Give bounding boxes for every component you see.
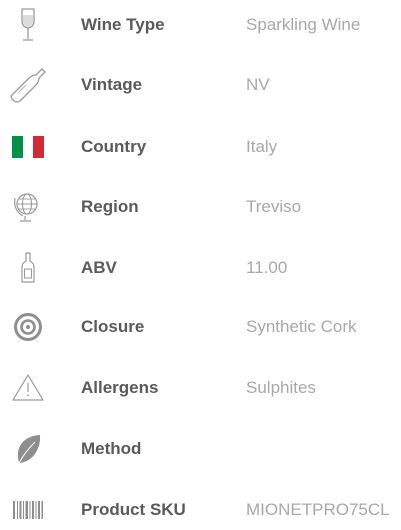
spec-label: Allergens [81,378,159,397]
spec-row-vintage: Vintage NV [0,65,401,105]
spec-row-allergens: Allergens Sulphites [0,368,401,408]
spec-value: Synthetic Cork [246,317,357,336]
spec-row-region: Region Treviso [0,187,401,227]
spec-value: Sulphites [246,378,316,397]
leaf-icon [8,429,48,469]
spec-label: Method [81,439,142,458]
spec-label: Wine Type [81,15,165,34]
warning-triangle-icon [8,368,48,408]
small-bottle-icon [8,248,48,288]
spec-row-method: Method [0,429,401,469]
globe-icon [8,187,48,227]
spec-row-country: Country Italy [0,127,401,167]
product-spec-list: Wine Type Sparkling Wine Vintage NV Coun… [0,0,401,521]
spec-value: Sparkling Wine [246,15,361,34]
wine-glass-icon [8,5,48,45]
spec-value: Italy [246,137,278,156]
spec-row-product-sku: Product SKU MIONETPRO75CL [0,490,401,530]
spec-row-closure: Closure Synthetic Cork [0,307,401,347]
spec-value: 11.00 [246,258,288,277]
spec-label: Closure [81,317,145,336]
barcode-icon [8,490,48,530]
spec-value: NV [246,75,270,94]
italy-flag-icon [8,127,48,167]
spec-label: Region [81,197,139,216]
wine-bottle-icon [8,65,48,105]
target-icon [8,307,48,347]
spec-label: Vintage [81,75,143,94]
spec-label: Product SKU [81,500,186,519]
spec-row-abv: ABV 11.00 [0,248,401,288]
spec-label: Country [81,137,147,156]
spec-label: ABV [81,258,117,277]
spec-value: Treviso [246,197,302,216]
spec-row-wine-type: Wine Type Sparkling Wine [0,5,401,45]
spec-value: MIONETPRO75CL [246,500,390,519]
